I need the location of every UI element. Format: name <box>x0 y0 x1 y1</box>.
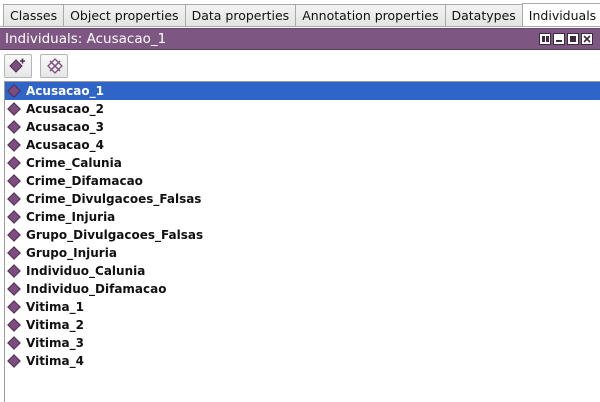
individual-label: Crime_Calunia <box>26 156 122 170</box>
view-minimize-icon[interactable] <box>553 33 565 45</box>
list-item[interactable]: Vitima_3 <box>5 334 600 352</box>
individual-diamond-icon <box>7 102 21 116</box>
add-individual-icon <box>9 58 25 73</box>
individual-label: Crime_Injuria <box>26 210 116 224</box>
view-title: Individuals: Acusacao_1 <box>5 31 167 47</box>
tab-bar: Classes Object properties Data propertie… <box>3 3 600 27</box>
individual-label: Grupo_Injuria <box>26 246 117 260</box>
list-item[interactable]: Acusacao_1 <box>5 82 600 100</box>
individual-diamond-icon <box>7 354 21 368</box>
individual-label: Acusacao_4 <box>26 138 104 152</box>
list-item[interactable]: Vitima_2 <box>5 316 600 334</box>
list-item[interactable]: Grupo_Injuria <box>5 244 600 262</box>
individuals-list: Acusacao_1 Acusacao_2 Acusacao_3 Acusacao_4… <box>5 82 600 370</box>
view-maximize-icon[interactable] <box>567 33 579 45</box>
individual-diamond-icon <box>7 174 21 188</box>
view-split-icon[interactable] <box>539 33 551 45</box>
individual-label: Vitima_4 <box>26 354 84 368</box>
individual-diamond-icon <box>7 138 21 152</box>
individual-diamond-icon <box>7 336 21 350</box>
individual-label: Individuo_Calunia <box>26 264 146 278</box>
list-item[interactable]: Crime_Calunia <box>5 154 600 172</box>
tab-object-properties[interactable]: Object properties <box>63 4 185 26</box>
individual-label: Individuo_Difamacao <box>26 282 167 296</box>
list-item[interactable]: Acusacao_4 <box>5 136 600 154</box>
tab-individuals[interactable]: Individuals <box>521 3 600 26</box>
individual-label: Crime_Divulgacoes_Falsas <box>26 192 202 206</box>
delete-individual-icon <box>47 58 63 74</box>
individual-label: Grupo_Divulgacoes_Falsas <box>26 228 204 242</box>
individual-diamond-icon <box>7 156 21 170</box>
individual-diamond-icon <box>7 246 21 260</box>
list-item[interactable]: Individuo_Calunia <box>5 262 600 280</box>
individual-label: Vitima_1 <box>26 300 84 314</box>
delete-individual-button[interactable] <box>40 54 68 78</box>
individual-diamond-icon <box>7 192 21 206</box>
individuals-list-panel[interactable]: Acusacao_1 Acusacao_2 Acusacao_3 Acusacao_4… <box>4 81 600 402</box>
list-item[interactable]: Vitima_4 <box>5 352 600 370</box>
view-controls <box>539 33 593 45</box>
tab-datatypes[interactable]: Datatypes <box>444 4 522 26</box>
tab-data-properties[interactable]: Data properties <box>184 4 296 26</box>
individual-diamond-icon <box>7 228 21 242</box>
individual-label: Acusacao_2 <box>26 102 104 116</box>
individual-diamond-icon <box>7 282 21 296</box>
individual-label: Crime_Difamacao <box>26 174 143 188</box>
tab-annotation-properties[interactable]: Annotation properties <box>295 4 445 26</box>
individual-label: Vitima_2 <box>26 318 84 332</box>
individual-diamond-icon <box>7 210 21 224</box>
individual-diamond-icon <box>7 264 21 278</box>
tab-strip: Classes Object properties Data propertie… <box>0 0 600 27</box>
individual-label: Acusacao_1 <box>26 84 104 98</box>
view-close-icon[interactable] <box>581 33 593 45</box>
individual-label: Acusacao_3 <box>26 120 104 134</box>
list-item[interactable]: Grupo_Divulgacoes_Falsas <box>5 226 600 244</box>
individuals-toolbar <box>0 51 600 81</box>
tab-classes[interactable]: Classes <box>3 4 64 26</box>
list-item[interactable]: Crime_Injuria <box>5 208 600 226</box>
add-individual-button[interactable] <box>4 54 32 78</box>
list-item[interactable]: Acusacao_3 <box>5 118 600 136</box>
individual-diamond-icon <box>7 120 21 134</box>
list-item[interactable]: Individuo_Difamacao <box>5 280 600 298</box>
individual-diamond-icon <box>7 84 21 98</box>
list-item[interactable]: Vitima_1 <box>5 298 600 316</box>
view-header: Individuals: Acusacao_1 <box>0 28 600 50</box>
list-item[interactable]: Crime_Difamacao <box>5 172 600 190</box>
individual-label: Vitima_3 <box>26 336 84 350</box>
tab-divider <box>0 26 600 27</box>
list-item[interactable]: Crime_Divulgacoes_Falsas <box>5 190 600 208</box>
individual-diamond-icon <box>7 300 21 314</box>
list-item[interactable]: Acusacao_2 <box>5 100 600 118</box>
individual-diamond-icon <box>7 318 21 332</box>
